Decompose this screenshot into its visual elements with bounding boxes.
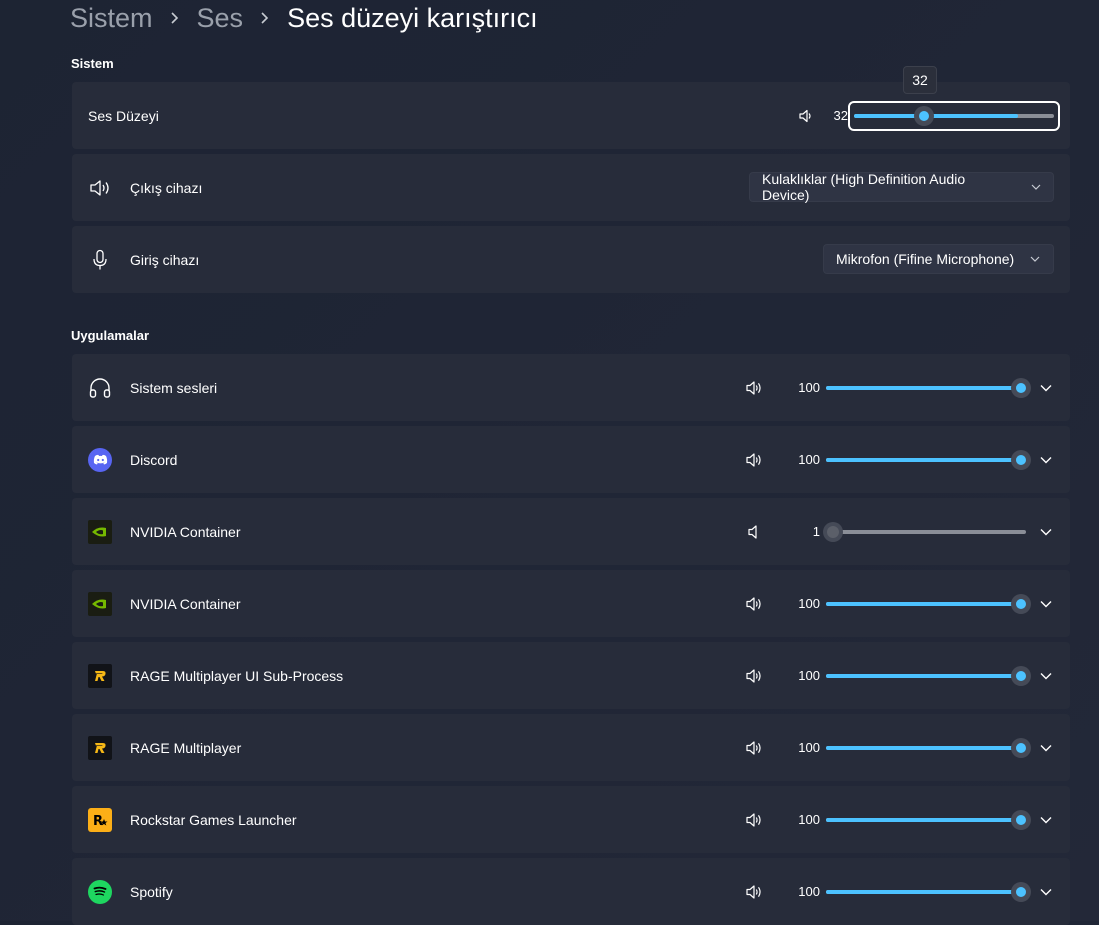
- app-row: Spotify 100: [72, 858, 1070, 925]
- chevron-down-icon[interactable]: [1038, 524, 1054, 540]
- app-row: NVIDIA Container 1: [72, 498, 1070, 565]
- chevron-down-icon[interactable]: [1038, 380, 1054, 396]
- rage-icon: [88, 663, 112, 688]
- app-volume-slider[interactable]: [826, 378, 1031, 398]
- master-volume-label: Ses Düzeyi: [88, 107, 159, 124]
- rockstar-icon: R: [88, 807, 112, 832]
- app-volume-fill: [826, 458, 1016, 462]
- chevron-down-icon: [1031, 184, 1041, 190]
- app-volume-slider[interactable]: [826, 450, 1031, 470]
- app-volume-fill: [826, 818, 1016, 822]
- app-volume-value: 100: [798, 740, 820, 755]
- app-volume-value: 100: [798, 884, 820, 899]
- nvidia-icon: [88, 519, 112, 544]
- speaker-high-icon[interactable]: [744, 666, 764, 686]
- app-volume-slider[interactable]: [826, 594, 1031, 614]
- chevron-down-icon[interactable]: [1038, 596, 1054, 612]
- app-volume-thumb[interactable]: [823, 522, 843, 542]
- app-row: Sistem sesleri 100: [72, 354, 1070, 421]
- app-row: RAGE Multiplayer UI Sub-Process 100: [72, 642, 1070, 709]
- app-name: RAGE Multiplayer: [130, 739, 242, 756]
- chevron-right-icon: [169, 11, 181, 25]
- app-volume-value: 100: [798, 812, 820, 827]
- output-device-value: Kulaklıklar (High Definition Audio Devic…: [762, 171, 966, 203]
- breadcrumb-sistem[interactable]: Sistem: [70, 3, 153, 34]
- master-volume-value: 32: [833, 108, 848, 123]
- app-name: Spotify: [130, 883, 173, 900]
- speaker-high-icon[interactable]: [744, 378, 764, 398]
- section-title-system: Sistem: [71, 56, 114, 71]
- speaker-icon: [88, 176, 112, 200]
- app-row: NVIDIA Container 100: [72, 570, 1070, 637]
- section-title-apps: Uygulamalar: [71, 328, 150, 343]
- app-volume-slider[interactable]: [826, 810, 1031, 830]
- app-volume-fill: [826, 674, 1016, 678]
- headphones-icon: [88, 376, 112, 400]
- app-volume-slider[interactable]: [826, 666, 1031, 686]
- speaker-low-icon[interactable]: [796, 106, 816, 126]
- chevron-down-icon[interactable]: [1038, 740, 1054, 756]
- input-device-value: Mikrofon (Fifine Microphone): [836, 251, 1015, 267]
- output-device-label: Çıkış cihazı: [130, 179, 203, 196]
- input-device-card: Giriş cihazı Mikrofon (Fifine Microphone…: [72, 226, 1070, 293]
- page-title: Ses düzeyi karıştırıcı: [287, 2, 538, 33]
- app-name: Sistem sesleri: [130, 379, 218, 396]
- speaker-high-icon[interactable]: [744, 882, 764, 902]
- chevron-down-icon: [1030, 256, 1040, 262]
- app-volume-thumb[interactable]: [1011, 450, 1031, 470]
- spotify-icon: [88, 879, 112, 904]
- app-volume-value: 100: [798, 452, 820, 467]
- speaker-low-icon[interactable]: [744, 522, 764, 542]
- chevron-right-icon: [259, 11, 271, 25]
- speaker-high-icon[interactable]: [744, 810, 764, 830]
- app-volume-thumb[interactable]: [1011, 594, 1031, 614]
- app-volume-thumb[interactable]: [1011, 666, 1031, 686]
- input-device-label: Giriş cihazı: [130, 251, 200, 268]
- chevron-down-icon[interactable]: [1038, 812, 1054, 828]
- rage-icon: [88, 735, 112, 760]
- chevron-down-icon[interactable]: [1038, 452, 1054, 468]
- app-volume-slider[interactable]: [823, 522, 1026, 542]
- speaker-high-icon[interactable]: [744, 450, 764, 470]
- app-row: RAGE Multiplayer 100: [72, 714, 1070, 781]
- discord-icon: [88, 447, 112, 472]
- speaker-high-icon[interactable]: [744, 594, 764, 614]
- app-name: NVIDIA Container: [130, 523, 241, 540]
- app-volume-slider[interactable]: [826, 738, 1031, 758]
- app-name: Rockstar Games Launcher: [130, 811, 297, 828]
- app-volume-value: 100: [798, 668, 820, 683]
- app-row: Discord 100: [72, 426, 1070, 493]
- nvidia-icon: [88, 591, 112, 616]
- slider-focus-ring: [848, 101, 1060, 131]
- app-volume-thumb[interactable]: [1011, 738, 1031, 758]
- output-device-dropdown[interactable]: Kulaklıklar (High Definition Audio Devic…: [749, 171, 1054, 203]
- app-volume-fill: [826, 890, 1016, 894]
- speaker-high-icon[interactable]: [744, 738, 764, 758]
- chevron-down-icon[interactable]: [1038, 668, 1054, 684]
- app-volume-value: 100: [798, 380, 820, 395]
- app-volume-fill: [826, 386, 1016, 390]
- app-name: Discord: [130, 451, 178, 468]
- app-volume-fill: [826, 602, 1016, 606]
- breadcrumb-ses[interactable]: Ses: [197, 3, 244, 34]
- app-volume-value: 100: [798, 596, 820, 611]
- app-row: R Rockstar Games Launcher 100: [72, 786, 1070, 853]
- app-volume-thumb[interactable]: [1011, 810, 1031, 830]
- output-device-card: Çıkış cihazı Kulaklıklar (High Definitio…: [72, 154, 1070, 221]
- app-volume-thumb[interactable]: [1011, 378, 1031, 398]
- app-volume-value: 1: [812, 524, 820, 539]
- app-name: RAGE Multiplayer UI Sub-Process: [130, 667, 344, 684]
- chevron-down-icon[interactable]: [1038, 884, 1054, 900]
- app-volume-fill: [826, 746, 1016, 750]
- app-volume-thumb[interactable]: [1011, 882, 1031, 902]
- app-name: NVIDIA Container: [130, 595, 241, 612]
- input-device-dropdown[interactable]: Mikrofon (Fifine Microphone): [823, 244, 1054, 274]
- breadcrumb: Sistem Ses Ses düzeyi karıştırıcı: [70, 0, 538, 36]
- volume-tooltip: 32: [903, 66, 937, 94]
- microphone-icon: [88, 248, 112, 272]
- app-volume-slider[interactable]: [826, 882, 1031, 902]
